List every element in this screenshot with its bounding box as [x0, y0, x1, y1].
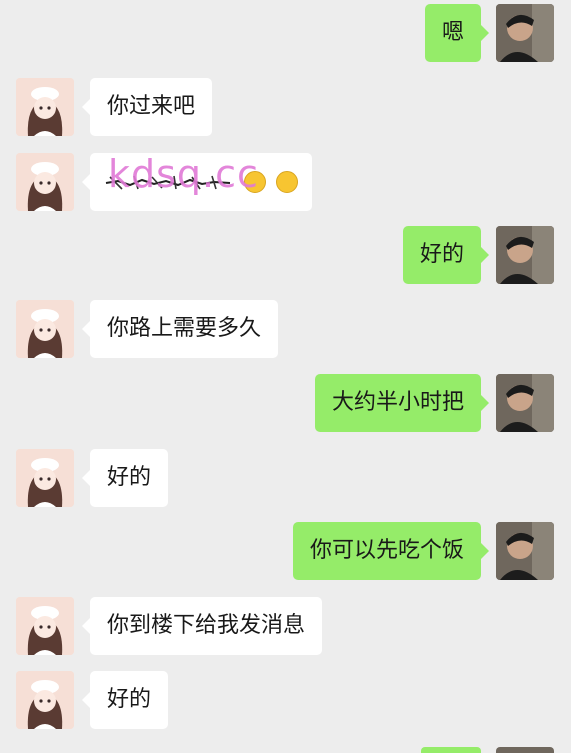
- message-bubble[interactable]: 大约半小时把: [314, 374, 490, 432]
- avatar-self-partial[interactable]: [496, 747, 554, 753]
- thinking-face-icon: [276, 171, 298, 193]
- avatar-contact[interactable]: [16, 78, 74, 136]
- avatar-self[interactable]: [496, 522, 554, 580]
- message-row: 你路上需要多久: [0, 300, 571, 358]
- message-bubble[interactable]: 你可以先吃个饭: [292, 522, 490, 580]
- message-bubble[interactable]: 你路上需要多久: [81, 300, 279, 358]
- message-row: 你到楼下给我发消息: [0, 597, 571, 655]
- message-bubble[interactable]: 你到楼下给我发消息: [81, 597, 323, 655]
- message-bubble[interactable]: 好的: [81, 671, 169, 729]
- message-bubble[interactable]: 嗯: [424, 4, 490, 62]
- watermark: kdsq.cc: [108, 152, 259, 196]
- message-bubble-partial[interactable]: [421, 747, 481, 753]
- avatar-self[interactable]: [496, 226, 554, 284]
- message-row: 好的: [0, 226, 571, 284]
- message-row: 好的: [0, 449, 571, 507]
- avatar-contact[interactable]: [16, 597, 74, 655]
- avatar-contact[interactable]: [16, 449, 74, 507]
- message-row: 你可以先吃个饭: [0, 522, 571, 580]
- message-bubble[interactable]: 好的: [81, 449, 169, 507]
- message-bubble[interactable]: 你过来吧: [81, 78, 213, 136]
- message-row: [0, 153, 571, 211]
- chat-window: 嗯 你过来吧 好的 你路上需要多久 大约半小时把 好的 你可以先吃个饭 你到楼下…: [0, 0, 571, 753]
- avatar-contact[interactable]: [16, 300, 74, 358]
- message-row: 大约半小时把: [0, 374, 571, 432]
- message-row: 好的: [0, 671, 571, 729]
- avatar-self[interactable]: [496, 374, 554, 432]
- message-bubble[interactable]: 好的: [402, 226, 490, 284]
- avatar-self[interactable]: [496, 4, 554, 62]
- avatar-contact[interactable]: [16, 671, 74, 729]
- message-row: 你过来吧: [0, 78, 571, 136]
- avatar-contact[interactable]: [16, 153, 74, 211]
- message-row: 嗯: [0, 4, 571, 62]
